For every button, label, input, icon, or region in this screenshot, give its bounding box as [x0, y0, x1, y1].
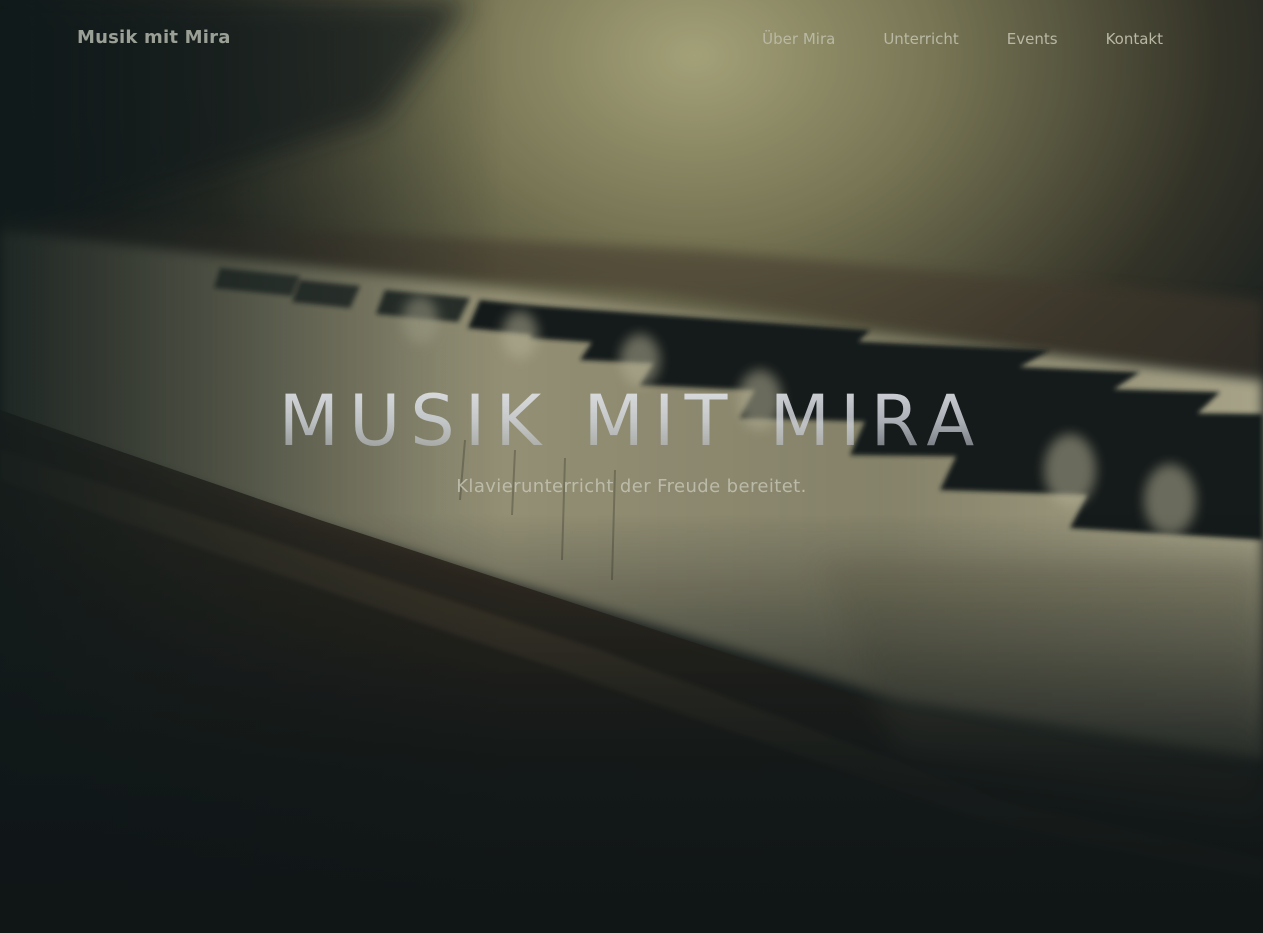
brand-logo-link[interactable]: Musik mit Mira — [77, 27, 231, 48]
nav-link-ueber-mira[interactable]: Über Mira — [762, 30, 835, 48]
hero-title: MUSIK MIT MIRA — [0, 378, 1263, 464]
hero-section: MUSIK MIT MIRA Klavierunterricht der Fre… — [0, 378, 1263, 497]
top-navbar: Musik mit Mira Über Mira Unterricht Even… — [0, 0, 1263, 78]
nav-link-events[interactable]: Events — [1007, 30, 1058, 48]
nav-link-unterricht[interactable]: Unterricht — [883, 30, 958, 48]
nav-link-kontakt[interactable]: Kontakt — [1106, 30, 1163, 48]
hero-subtitle: Klavierunterricht der Freude bereitet. — [456, 476, 807, 497]
landing-page: Musik mit Mira Über Mira Unterricht Even… — [0, 0, 1263, 933]
nav-menu: Über Mira Unterricht Events Kontakt — [762, 30, 1163, 48]
